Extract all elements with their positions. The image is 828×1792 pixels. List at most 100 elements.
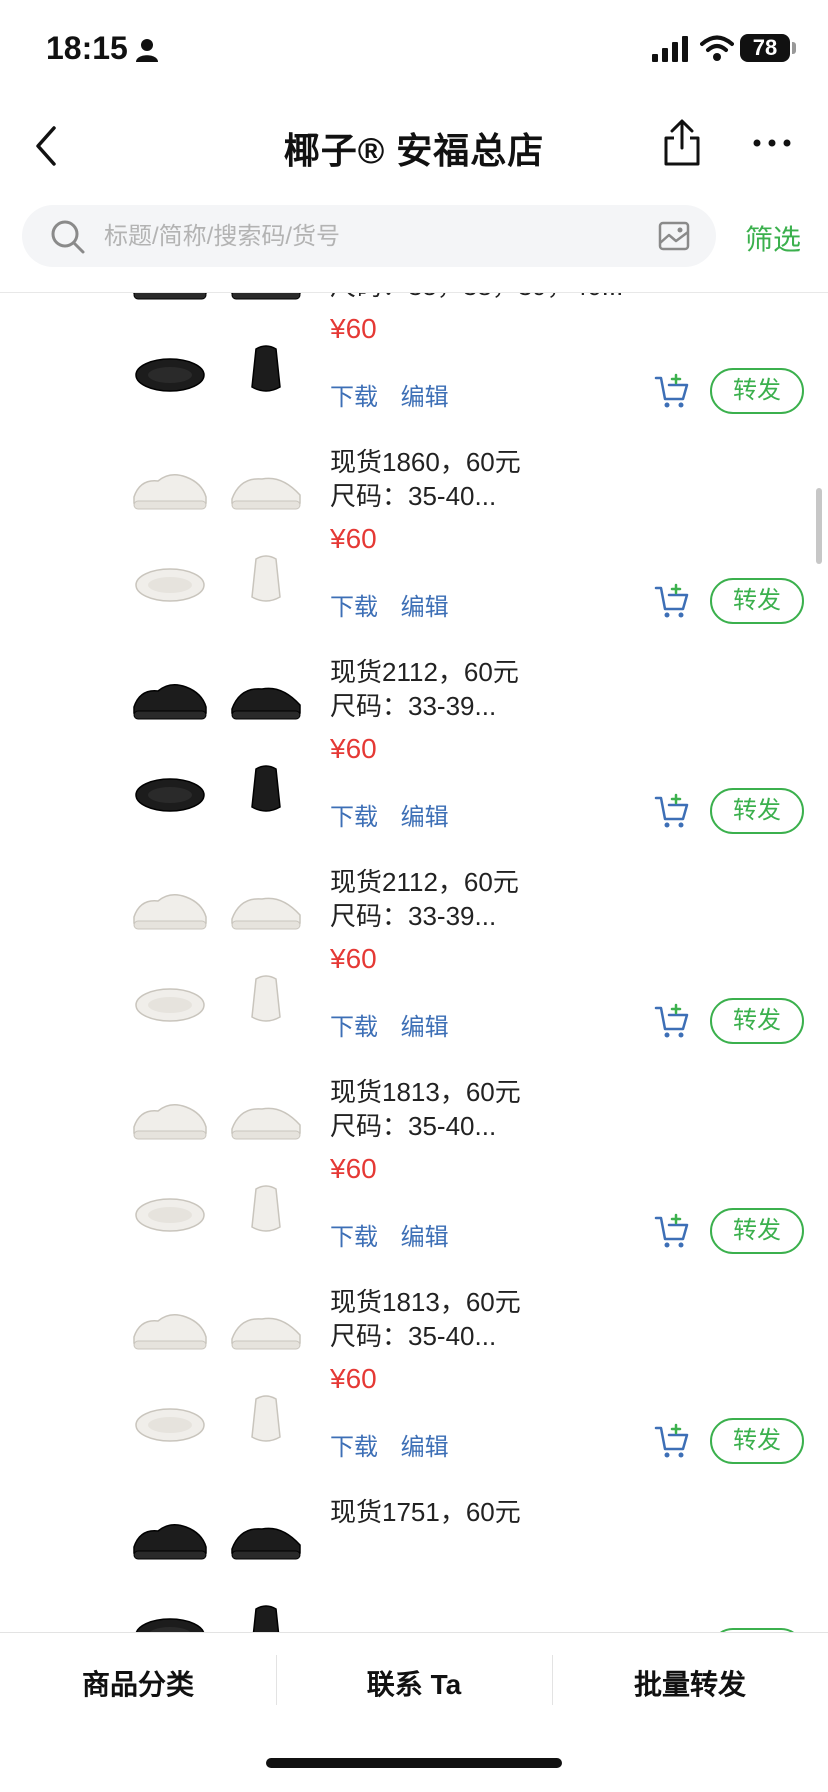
product-sizes: 尺码：33-39... [330, 901, 497, 931]
edit-link[interactable]: 编辑 [401, 804, 449, 831]
scrollbar[interactable] [816, 488, 822, 564]
product-thumbnail[interactable] [130, 1389, 210, 1449]
product-actions: 下载 编辑 [330, 377, 465, 412]
product-image-grid[interactable] [130, 445, 310, 635]
product-thumbnail[interactable] [130, 1599, 210, 1632]
category-button[interactable]: 商品分类 [0, 1663, 276, 1703]
add-to-cart-icon[interactable] [654, 1213, 690, 1249]
product-thumbnail[interactable] [130, 549, 210, 609]
product-image-grid[interactable] [130, 655, 310, 845]
product-thumbnail[interactable] [226, 1507, 306, 1567]
add-to-cart-icon[interactable] [654, 1003, 690, 1039]
forward-button[interactable]: 转发 [710, 368, 804, 414]
contact-button[interactable]: 联系 Ta [276, 1663, 552, 1703]
product-item[interactable]: 现货1860，60元 尺码：35-40... ¥60 下载 编辑 转发 [0, 437, 828, 647]
product-thumbnail[interactable] [226, 1389, 306, 1449]
product-price: ¥60 [330, 523, 377, 554]
edit-link[interactable]: 编辑 [401, 1224, 449, 1251]
product-thumbnail[interactable] [130, 1297, 210, 1357]
product-thumbnail[interactable] [130, 1087, 210, 1147]
product-image-grid[interactable] [130, 1495, 310, 1632]
edit-link[interactable]: 编辑 [401, 1434, 449, 1461]
search-icon [51, 220, 85, 254]
share-icon[interactable] [660, 118, 704, 168]
product-thumbnail[interactable] [226, 549, 306, 609]
product-image-grid[interactable] [130, 293, 310, 425]
product-thumbnail[interactable] [130, 457, 210, 517]
product-item[interactable]: 现货1813，60元 尺码：35-40... ¥60 下载 编辑 转发 [0, 1067, 828, 1277]
product-info: 现货1751，60元 [330, 1495, 521, 1535]
product-thumbnail[interactable] [226, 339, 306, 399]
product-thumbnail[interactable] [130, 339, 210, 399]
product-title: 现货2112，60元 [330, 657, 519, 687]
image-search-icon[interactable] [658, 221, 690, 251]
product-sizes: 尺码：35-40... [330, 1111, 497, 1141]
forward-button[interactable]: 转发 [710, 788, 804, 834]
product-thumbnail[interactable] [226, 1297, 306, 1357]
batch-forward-button[interactable]: 批量转发 [552, 1663, 828, 1703]
product-image-grid[interactable] [130, 865, 310, 1055]
product-thumbnail[interactable] [226, 667, 306, 727]
more-icon[interactable] [752, 138, 792, 148]
person-icon [136, 39, 158, 62]
product-thumbnail[interactable] [130, 877, 210, 937]
product-item[interactable]: 现货2112，60元 尺码：33-39... ¥60 下载 编辑 转发 [0, 647, 828, 857]
product-thumbnail[interactable] [130, 969, 210, 1029]
product-title: 现货1813，60元 [330, 1287, 521, 1317]
status-time: 18:15 [46, 30, 128, 66]
wifi-icon [700, 35, 734, 61]
add-to-cart-icon[interactable] [654, 1423, 690, 1459]
bottom-action-bar: 商品分类 联系 Ta 批量转发 [0, 1632, 828, 1733]
forward-button[interactable]: 转发 [710, 1418, 804, 1464]
download-link[interactable]: 下载 [330, 594, 378, 621]
filter-button[interactable]: 筛选 [745, 218, 801, 258]
product-image-grid[interactable] [130, 1285, 310, 1475]
product-thumbnail[interactable] [226, 457, 306, 517]
download-link[interactable]: 下载 [330, 1224, 378, 1251]
product-thumbnail[interactable] [130, 667, 210, 727]
product-info: 现货1860，60元 尺码：35-40... ¥60 [330, 445, 521, 559]
add-to-cart-icon[interactable] [654, 373, 690, 409]
product-title: 现货2112，60元 [330, 867, 519, 897]
search-input[interactable] [102, 216, 626, 258]
product-thumbnail[interactable] [130, 1179, 210, 1239]
product-thumbnail[interactable] [226, 1599, 306, 1632]
product-actions: 下载 编辑 [330, 1217, 465, 1252]
product-info: 现货2112，60元 尺码：33-39... ¥60 [330, 655, 519, 769]
download-link[interactable]: 下载 [330, 1014, 378, 1041]
product-thumbnail[interactable] [226, 1087, 306, 1147]
product-title: 现货1751，60元 [330, 1497, 521, 1527]
add-to-cart-icon[interactable] [654, 793, 690, 829]
add-to-cart-icon[interactable] [654, 583, 690, 619]
product-thumbnail[interactable] [226, 969, 306, 1029]
product-item[interactable]: 现货2112，60元 尺码：33-39... ¥60 下载 编辑 转发 [0, 857, 828, 1067]
download-link[interactable]: 下载 [330, 804, 378, 831]
product-info: 现货1813，60元 尺码：35-40... ¥60 [330, 1285, 521, 1399]
forward-button[interactable]: 转发 [710, 998, 804, 1044]
product-thumbnail[interactable] [226, 759, 306, 819]
product-thumbnail[interactable] [130, 1507, 210, 1567]
product-item[interactable]: 现货1813，60元 尺码：35-40... ¥60 下载 编辑 转发 [0, 1277, 828, 1487]
download-link[interactable]: 下载 [330, 1434, 378, 1461]
battery-tip [792, 42, 796, 54]
product-list[interactable]: 下载 编辑 转发 现货1860，60元 尺码：35，38，39，40... ¥6… [0, 293, 828, 1632]
product-thumbnail[interactable] [130, 759, 210, 819]
product-actions: 下载 编辑 [330, 1007, 465, 1042]
product-item[interactable]: 现货1860，60元 尺码：35，38，39，40... ¥60 下载 编辑 转… [0, 293, 828, 437]
edit-link[interactable]: 编辑 [401, 384, 449, 411]
product-image-grid[interactable] [130, 1075, 310, 1265]
product-thumbnail[interactable] [226, 1179, 306, 1239]
download-link[interactable]: 下载 [330, 384, 378, 411]
forward-button[interactable]: 转发 [710, 578, 804, 624]
product-sizes: 尺码：35，38，39，40... [330, 293, 623, 303]
product-thumbnail[interactable] [130, 293, 210, 307]
forward-button[interactable]: 转发 [710, 1208, 804, 1254]
product-info: 现货1860，60元 尺码：35，38，39，40... ¥60 [330, 293, 623, 349]
product-item[interactable]: 现货1751，60元 [0, 1487, 828, 1632]
product-thumbnail[interactable] [226, 877, 306, 937]
home-indicator [266, 1758, 562, 1768]
product-thumbnail[interactable] [226, 293, 306, 307]
edit-link[interactable]: 编辑 [401, 594, 449, 621]
product-info: 现货1813，60元 尺码：35-40... ¥60 [330, 1075, 521, 1189]
edit-link[interactable]: 编辑 [401, 1014, 449, 1041]
